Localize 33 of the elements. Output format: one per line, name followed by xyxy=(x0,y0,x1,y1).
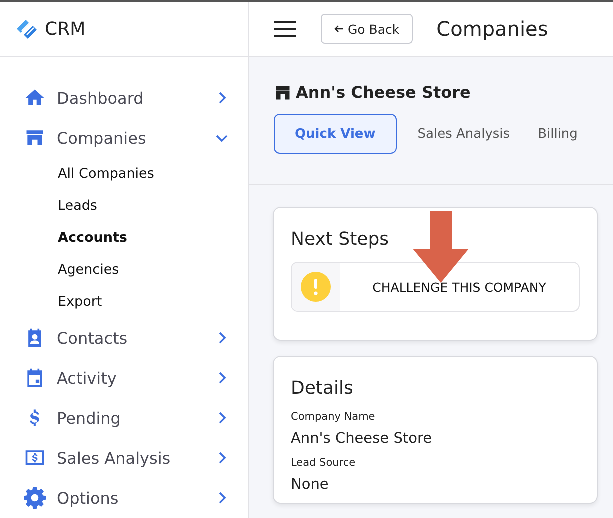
menu-button[interactable] xyxy=(274,21,296,37)
field-label: Company Name xyxy=(291,411,376,423)
sidebar-subitem[interactable]: All Companies xyxy=(24,158,248,190)
field-value: None xyxy=(291,477,330,493)
card-title: Details xyxy=(291,377,354,401)
logo-icon xyxy=(15,18,39,40)
sidebar-subitem[interactable]: Leads xyxy=(24,190,248,222)
tab[interactable]: Quick View xyxy=(274,114,397,154)
sidebar-item[interactable]: Activity xyxy=(24,358,248,398)
sidebar-item[interactable]: Options xyxy=(24,478,248,518)
action-button[interactable]: CHALLENGE THIS COMPANY xyxy=(291,262,580,312)
go-back-button[interactable]: Go Back xyxy=(321,14,413,44)
sidebar-item[interactable]: Sales Analysis xyxy=(24,438,248,478)
sidebar-subitem[interactable]: Accounts xyxy=(24,222,248,254)
sidebar-subitem[interactable]: Agencies xyxy=(24,254,248,286)
tab[interactable]: Sales Analysis xyxy=(410,114,518,154)
page-title: Companies xyxy=(436,17,548,41)
card-title: Next Steps xyxy=(291,228,390,252)
sidebar-item[interactable]: Dashboard xyxy=(24,78,248,118)
arrow-left-icon xyxy=(334,24,344,34)
sidebar-item[interactable]: Pending xyxy=(24,398,248,438)
down-arrow-annotation xyxy=(413,211,469,283)
company-name: Ann's Cheese Store xyxy=(296,83,471,102)
sidebar-item[interactable]: Contacts xyxy=(24,318,248,358)
warning-icon xyxy=(301,272,331,302)
sidebar-item[interactable]: Companies xyxy=(24,118,248,158)
gear-icon xyxy=(24,487,46,509)
tab[interactable]: Billing xyxy=(531,114,585,154)
brand-name: CRM xyxy=(45,18,86,40)
field-label: Lead Source xyxy=(291,457,357,469)
sidebar-subitem[interactable]: Export xyxy=(24,286,248,318)
storefront-icon xyxy=(274,84,292,102)
field-value: Ann's Cheese Store xyxy=(291,431,434,447)
